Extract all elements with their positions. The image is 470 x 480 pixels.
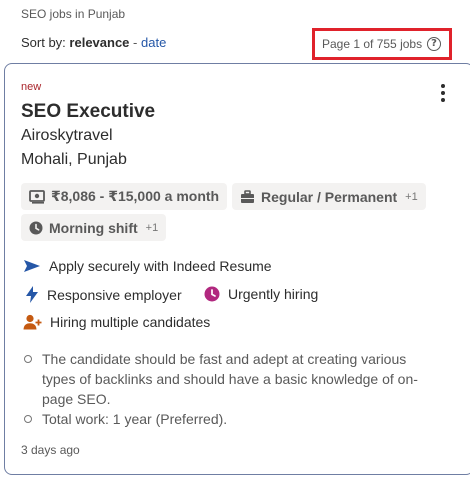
job-snippet: The candidate should be fast and adept a… [21, 349, 441, 429]
sort-relevance: relevance [69, 35, 130, 50]
new-badge: new [21, 81, 42, 93]
shift-chip: Morning shift +1 [21, 214, 167, 241]
add-person-icon [23, 314, 42, 330]
shift-more: +1 [145, 221, 159, 234]
page-count-box: Page 1 of 755 jobs ? [312, 28, 452, 60]
page-count-text: Page 1 of 755 jobs [322, 37, 423, 51]
company-name: Airoskytravel [21, 127, 113, 144]
send-arrow-icon [24, 260, 40, 272]
job-type-text: Regular / Permanent [261, 188, 398, 205]
briefcase-icon [241, 189, 254, 203]
posted-date: 3 days ago [21, 443, 80, 457]
help-icon[interactable]: ? [427, 37, 442, 51]
job-location: Mohali, Punjab [21, 151, 127, 168]
sort-bar: Sort by: relevance - date [21, 35, 166, 50]
multiple-candidates-text: Hiring multiple candidates [50, 314, 211, 330]
apply-text: Apply securely with Indeed Resume [49, 258, 272, 274]
urgent-feature: Urgently hiring [204, 286, 318, 302]
multiple-candidates-feature: Hiring multiple candidates [23, 314, 210, 330]
salary-chip: ₹8,086 - ₹15,000 a month [21, 183, 228, 210]
kebab-menu-icon[interactable] [435, 82, 451, 104]
apply-feature: Apply securely with Indeed Resume [23, 258, 272, 274]
urgent-text: Urgently hiring [228, 286, 319, 302]
clock-icon [29, 221, 43, 234]
snippet-item: The candidate should be fast and adept a… [21, 349, 441, 409]
sort-prefix: Sort by: [21, 35, 66, 50]
sort-by-date-link[interactable]: date [141, 35, 166, 50]
job-card[interactable]: new SEO Executive Airoskytravel Mohali, … [4, 63, 470, 475]
responsive-feature: Responsive employer [25, 286, 182, 303]
job-title[interactable]: SEO Executive [21, 101, 155, 123]
breadcrumb: SEO jobs in Punjab [21, 7, 126, 21]
urgent-clock-icon [204, 286, 220, 302]
snippet-item: Total work: 1 year (Preferred). [21, 409, 441, 429]
job-type-chip: Regular / Permanent +1 [232, 183, 426, 210]
money-icon [29, 189, 45, 204]
salary-text: ₹8,086 - ₹15,000 a month [51, 188, 220, 204]
shift-text: Morning shift [49, 219, 138, 236]
responsive-text: Responsive employer [47, 286, 182, 303]
sort-separator: - [133, 35, 138, 50]
lightning-icon [26, 286, 38, 303]
job-type-more: +1 [405, 190, 418, 203]
